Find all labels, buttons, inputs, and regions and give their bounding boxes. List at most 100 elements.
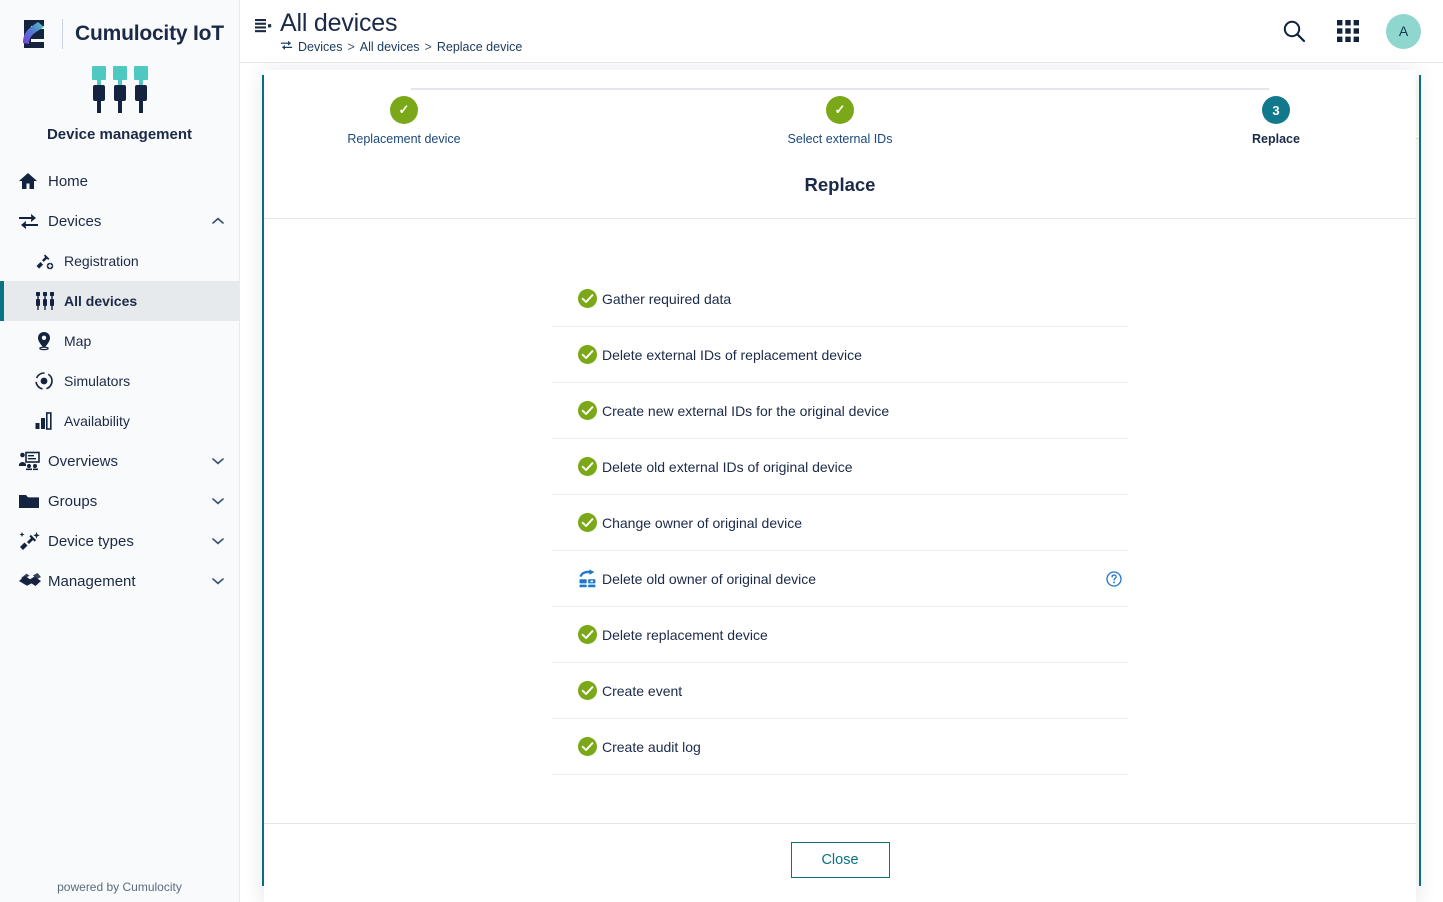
check-circle-icon <box>554 345 602 364</box>
sidebar-item-device-types[interactable]: Device types <box>0 521 239 561</box>
breadcrumb: Devices > All devices > Replace device <box>280 39 522 54</box>
close-button[interactable]: Close <box>790 842 890 878</box>
bar-chart-icon <box>34 411 64 431</box>
sidebar-item-label: Devices <box>48 212 102 230</box>
wizard-step-label: Select external IDs <box>787 132 893 146</box>
task-label: Delete old owner of original device <box>602 570 817 587</box>
task-label: Create event <box>602 682 683 699</box>
list-details-icon <box>254 17 272 40</box>
topbar-actions: A <box>1278 13 1421 49</box>
check-circle-icon <box>554 625 602 644</box>
device-types-plug-icon <box>18 531 48 551</box>
breadcrumb-item-all-devices[interactable]: All devices <box>360 40 420 54</box>
breadcrumb-item-replace-device: Replace device <box>436 39 523 54</box>
app-switcher-icon[interactable] <box>1332 15 1364 47</box>
sidebar-item-availability[interactable]: Availability <box>0 401 239 441</box>
stepper-connector-line <box>411 88 1269 90</box>
topbar: All devices Devices > All devices > Repl… <box>240 0 1443 63</box>
brand-divider <box>62 19 63 49</box>
sidebar-item-registration[interactable]: Registration <box>0 241 239 281</box>
sidebar-item-home[interactable]: Home <box>0 161 239 201</box>
title-group: All devices Devices > All devices > Repl… <box>254 8 1278 54</box>
page-title: All devices <box>280 9 398 37</box>
wizard-step-replace[interactable]: 3 Replace <box>1196 96 1356 146</box>
task-label: Gather required data <box>602 290 732 307</box>
cumulocity-s-logo-icon <box>16 14 54 54</box>
task-row: Create new external IDs for the original… <box>552 383 1128 439</box>
replace-device-modal: ✓ Replacement device ✓ Select external I… <box>264 70 1416 902</box>
powered-by-label: powered by Cumulocity <box>57 880 182 894</box>
brand-header[interactable]: Cumulocity IoT <box>0 0 239 54</box>
simulators-icon <box>34 371 64 391</box>
sidebar-item-label: Device types <box>48 532 134 550</box>
folder-icon <box>18 491 48 511</box>
task-label: Create new external IDs for the original… <box>602 402 890 419</box>
sidebar-item-label: Overviews <box>48 452 119 470</box>
sidebar-item-overviews[interactable]: Overviews <box>0 441 239 481</box>
sidebar-item-simulators[interactable]: Simulators <box>0 361 239 401</box>
devices-transfer-icon <box>18 211 48 231</box>
task-row: Create audit log <box>552 719 1128 775</box>
task-row: Change owner of original device <box>552 495 1128 551</box>
chevron-down-icon[interactable] <box>211 457 225 465</box>
task-label: Delete old external IDs of original devi… <box>602 458 853 475</box>
device-management-plugs-icon <box>89 66 151 116</box>
sidebar-item-label: Registration <box>64 253 139 269</box>
task-label: Delete external IDs of replacement devic… <box>602 346 862 363</box>
wizard-step-replacement-device[interactable]: ✓ Replacement device <box>324 96 484 146</box>
sidebar-item-all-devices[interactable]: All devices <box>0 281 239 321</box>
breadcrumb-item-devices[interactable]: Devices <box>298 40 342 54</box>
sidebar-item-groups[interactable]: Groups <box>0 481 239 521</box>
sidebar-item-label: Availability <box>64 413 130 429</box>
sidebar-item-map[interactable]: Map <box>0 321 239 361</box>
task-row-skipped: Delete old owner of original device <box>552 551 1128 607</box>
sidebar-nav: Home Devices Registration All devices Ma… <box>0 161 239 880</box>
devices-transfer-icon <box>280 39 293 54</box>
sidebar-item-label: Home <box>48 172 89 190</box>
search-icon[interactable] <box>1278 15 1310 47</box>
question-circle-icon[interactable] <box>1102 570 1126 587</box>
task-row: Delete old external IDs of original devi… <box>552 439 1128 495</box>
avatar[interactable]: A <box>1386 13 1421 49</box>
home-icon <box>18 171 48 191</box>
map-pin-icon <box>34 331 64 351</box>
chevron-up-icon[interactable] <box>211 217 225 225</box>
avatar-initial: A <box>1398 23 1409 39</box>
check-circle-icon <box>554 737 602 756</box>
wizard-step-label: Replacement device <box>347 132 461 146</box>
wizard-step-label: Replace <box>1252 132 1300 146</box>
step-number-badge: 3 <box>1262 96 1290 124</box>
chevron-down-icon[interactable] <box>211 537 225 545</box>
plug-plus-icon <box>34 251 64 271</box>
application-name: Device management <box>46 126 193 143</box>
task-label: Delete replacement device <box>602 626 768 643</box>
task-label: Change owner of original device <box>602 514 803 531</box>
chevron-down-icon[interactable] <box>211 577 225 585</box>
task-row: Delete external IDs of replacement devic… <box>552 327 1128 383</box>
wizard-step-select-external-ids[interactable]: ✓ Select external IDs <box>760 96 920 146</box>
check-circle-icon <box>554 401 602 420</box>
chevron-down-icon[interactable] <box>211 497 225 505</box>
task-row: Gather required data <box>552 271 1128 327</box>
check-circle-icon <box>554 289 602 308</box>
task-row: Create event <box>552 663 1128 719</box>
breadcrumb-separator: > <box>424 39 432 54</box>
check-circle-icon <box>554 681 602 700</box>
modal-footer: Close <box>264 823 1416 902</box>
breadcrumb-separator: > <box>347 39 355 54</box>
replace-task-list: Gather required data Delete external IDs… <box>552 271 1128 775</box>
sidebar-item-label: Management <box>48 572 136 590</box>
brand-title: Cumulocity IoT <box>75 22 224 45</box>
step-status-check-icon: ✓ <box>826 96 854 124</box>
check-circle-icon <box>554 457 602 476</box>
modal-body: Gather required data Delete external IDs… <box>264 219 1416 823</box>
handshake-icon <box>18 571 48 591</box>
sidebar-item-management[interactable]: Management <box>0 561 239 601</box>
sidebar: Cumulocity IoT Device management Home De… <box>0 0 240 902</box>
overviews-presentation-icon <box>18 451 48 471</box>
all-devices-icon <box>34 291 64 311</box>
application-icon-block: Device management <box>0 54 239 155</box>
modal-heading: Replace <box>264 158 1416 219</box>
task-row: Delete replacement device <box>552 607 1128 663</box>
sidebar-item-devices[interactable]: Devices <box>0 201 239 241</box>
